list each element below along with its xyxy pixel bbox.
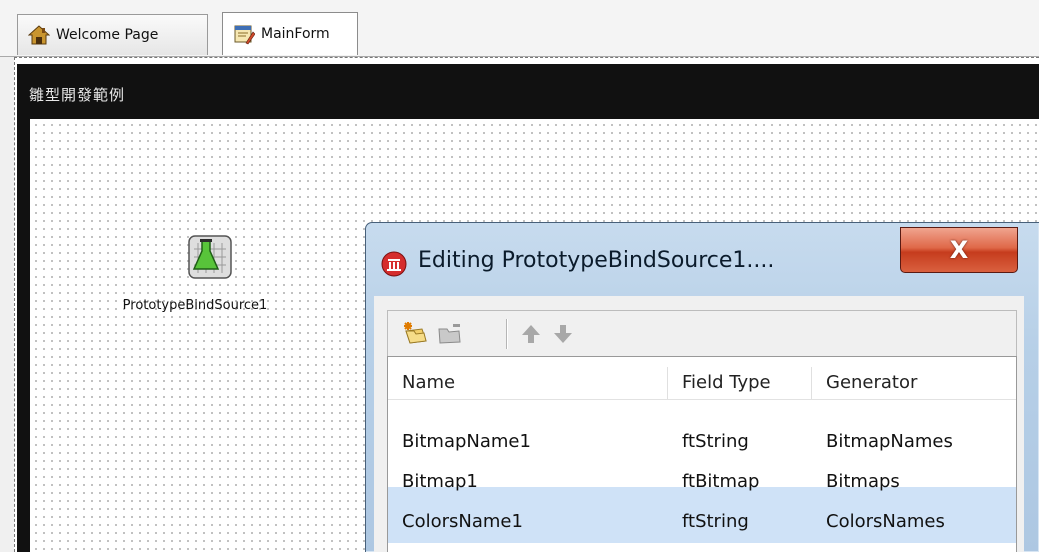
close-button[interactable]: X	[900, 227, 1018, 273]
table-row[interactable]: ColorsName1 ftString ColorsNames	[388, 501, 1016, 543]
new-field-icon[interactable]	[402, 321, 428, 347]
component-label: PrototypeBindSource1	[122, 298, 268, 313]
form-caption: 雛型開發範例	[29, 86, 126, 104]
app-icon	[381, 251, 407, 277]
column-header-field-type[interactable]: Field Type	[668, 367, 812, 399]
cell-field-type: ftBitmap	[682, 471, 760, 492]
delete-field-icon[interactable]	[436, 321, 462, 347]
column-header-generator[interactable]: Generator	[812, 367, 1016, 399]
table-row[interactable]: BitmapName1 ftString BitmapNames	[388, 421, 1016, 463]
cell-field-type: ftString	[682, 431, 749, 452]
close-icon: X	[949, 236, 969, 264]
cell-generator: Bitmaps	[826, 471, 900, 492]
cell-name: ColorsName1	[402, 511, 523, 532]
fields-list[interactable]: Name Field Type Generator BitmapName1 ft…	[387, 356, 1017, 552]
arrow-down-icon[interactable]	[550, 321, 576, 347]
tab-welcome-page[interactable]: Welcome Page	[17, 14, 208, 55]
column-header-name[interactable]: Name	[388, 367, 668, 399]
cell-field-type: ftString	[682, 511, 749, 532]
toolbar-separator	[506, 319, 507, 349]
dialog-toolbar	[387, 310, 1017, 356]
tab-mainform[interactable]: MainForm	[222, 12, 358, 55]
cell-name: Bitmap1	[402, 471, 478, 492]
table-row[interactable]: Bitmap1 ftBitmap Bitmaps	[388, 461, 1016, 503]
tab-label: MainForm	[261, 26, 330, 42]
tab-label: Welcome Page	[56, 27, 159, 43]
cell-generator: BitmapNames	[826, 431, 953, 452]
cell-generator: ColorsNames	[826, 511, 945, 532]
editor-tab-strip: Welcome Page MainForm	[0, 0, 1039, 57]
arrow-up-icon[interactable]	[518, 321, 544, 347]
flask-grid-icon[interactable]	[188, 235, 232, 279]
home-icon	[28, 25, 50, 45]
dialog-title: Editing PrototypeBindSource1....	[418, 248, 775, 273]
form-icon	[234, 25, 255, 45]
cell-name: BitmapName1	[402, 431, 531, 452]
list-header: Name Field Type Generator	[388, 367, 1016, 400]
